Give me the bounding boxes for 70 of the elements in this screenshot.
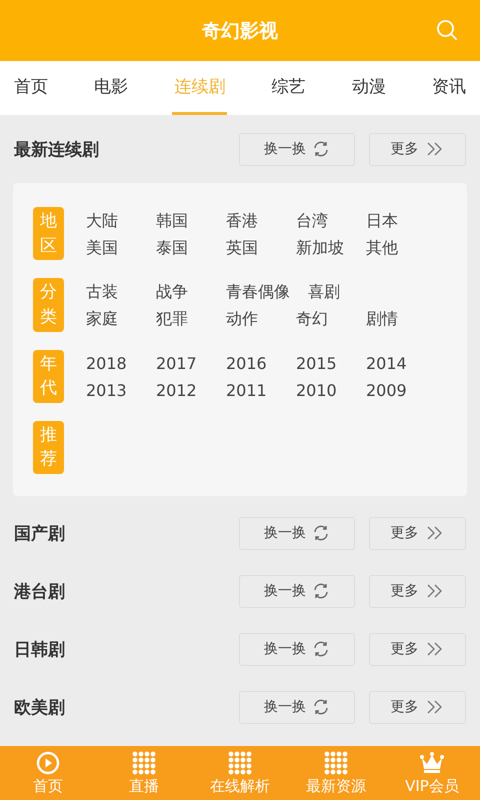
- filter-option[interactable]: 奇幻: [296, 307, 366, 330]
- more-button[interactable]: 更多: [369, 132, 466, 166]
- filter-option[interactable]: 动作: [226, 307, 296, 330]
- shuffle-button[interactable]: 换一换: [239, 132, 355, 166]
- crown-icon: [419, 751, 445, 775]
- refresh-icon: [312, 698, 330, 716]
- more-button[interactable]: 更多: [369, 690, 466, 724]
- double-chevron-icon: [424, 525, 444, 542]
- filter-option[interactable]: 2013: [86, 378, 156, 402]
- dot-grid-icon: [324, 751, 348, 775]
- section-title: 日韩剧: [14, 638, 66, 661]
- filter-option[interactable]: 其他: [366, 236, 436, 259]
- filter-option[interactable]: 新加坡: [296, 236, 366, 259]
- filter-option[interactable]: 2016: [226, 352, 296, 375]
- section-title: 港台剧: [14, 580, 66, 603]
- filter-option[interactable]: 剧情: [366, 307, 436, 330]
- refresh-icon: [312, 640, 330, 658]
- category-tab[interactable]: 动漫: [350, 61, 388, 115]
- filter-option[interactable]: 战争: [156, 280, 226, 304]
- filter-label: 年代: [33, 350, 64, 403]
- category-tab[interactable]: 综艺: [270, 61, 308, 115]
- double-chevron-icon: [424, 141, 444, 157]
- double-chevron-icon: [424, 583, 444, 600]
- search-icon[interactable]: [436, 19, 458, 41]
- category-tab[interactable]: 资讯: [430, 61, 468, 115]
- double-chevron-icon: [424, 641, 444, 658]
- section-title: 最新连续剧: [14, 138, 100, 160]
- category-tab[interactable]: 电影: [92, 61, 130, 115]
- filter-option[interactable]: 2015: [296, 352, 366, 375]
- filter-option[interactable]: 2014: [366, 352, 436, 375]
- filter-label: 地区: [33, 207, 64, 260]
- filter-option[interactable]: 英国: [226, 236, 296, 259]
- section-title: 国产剧: [14, 522, 66, 545]
- section-title: 欧美剧: [14, 696, 66, 719]
- filter-option[interactable]: 台湾: [296, 209, 366, 232]
- filter-option[interactable]: 犯罪: [156, 307, 226, 330]
- filter-option[interactable]: 日本: [366, 209, 436, 232]
- filter-option[interactable]: 泰国: [156, 236, 226, 259]
- more-button[interactable]: 更多: [369, 632, 466, 666]
- more-button[interactable]: 更多: [369, 516, 466, 550]
- filter-option[interactable]: 家庭: [86, 307, 156, 330]
- app-title: 奇幻影视: [202, 18, 278, 44]
- filter-label: 分类: [33, 278, 64, 332]
- filter-option[interactable]: 古装: [86, 280, 156, 304]
- filter-option[interactable]: 美国: [86, 236, 156, 259]
- dot-grid-icon: [228, 751, 252, 775]
- filter-option[interactable]: 2011: [226, 378, 296, 402]
- shuffle-button[interactable]: 换一换: [239, 690, 355, 724]
- filter-option[interactable]: 香港: [226, 209, 296, 232]
- filter-option[interactable]: 2017: [156, 352, 226, 375]
- refresh-icon: [312, 582, 330, 600]
- filter-label: 推荐: [33, 420, 64, 474]
- filter-option[interactable]: 2018: [86, 352, 156, 375]
- refresh-icon: [312, 524, 330, 542]
- refresh-icon: [312, 140, 330, 158]
- double-chevron-icon: [424, 699, 444, 716]
- shuffle-button[interactable]: 换一换: [239, 632, 355, 666]
- more-button[interactable]: 更多: [369, 574, 466, 608]
- play-icon: [36, 751, 60, 775]
- shuffle-button[interactable]: 换一换: [239, 516, 355, 550]
- filter-option[interactable]: 喜剧: [308, 280, 378, 304]
- filter-option[interactable]: 大陆: [86, 209, 156, 232]
- filter-option[interactable]: 2010: [296, 378, 366, 402]
- dot-grid-icon: [132, 751, 156, 775]
- shuffle-button[interactable]: 换一换: [239, 574, 355, 608]
- filter-option[interactable]: 2009: [366, 378, 436, 402]
- category-tab[interactable]: 首页: [12, 61, 50, 115]
- filter-option[interactable]: 韩国: [156, 209, 226, 232]
- filter-option[interactable]: 2012: [156, 378, 226, 402]
- filter-option[interactable]: 青春偶像: [226, 280, 308, 304]
